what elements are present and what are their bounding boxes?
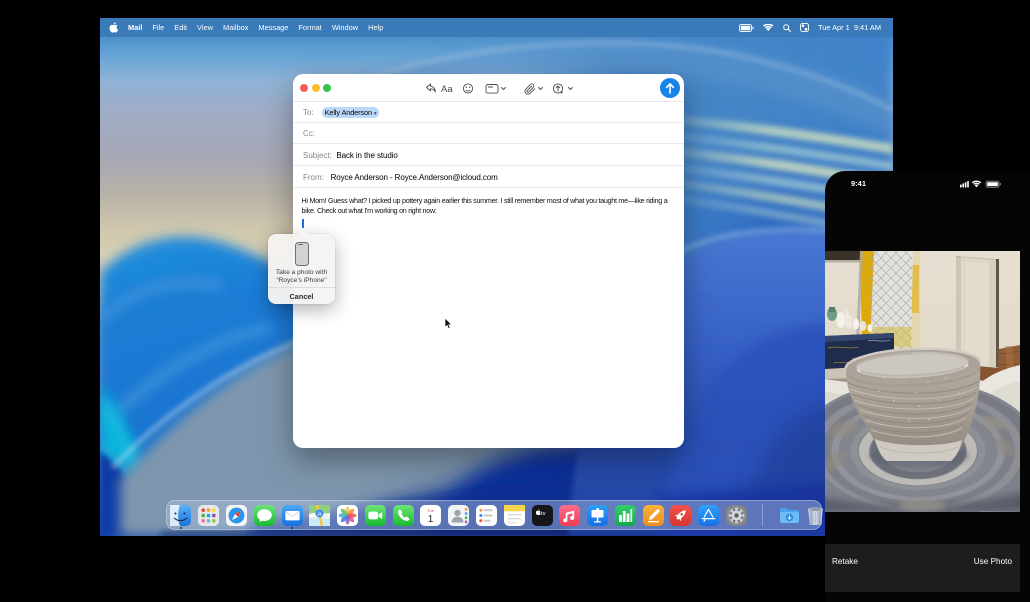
svg-text:1: 1 xyxy=(428,514,434,525)
svg-text:Tue: Tue xyxy=(428,508,436,513)
svg-text:tv: tv xyxy=(541,511,546,517)
svg-text:A: A xyxy=(318,511,323,518)
svg-text:Aa: Aa xyxy=(441,84,453,95)
